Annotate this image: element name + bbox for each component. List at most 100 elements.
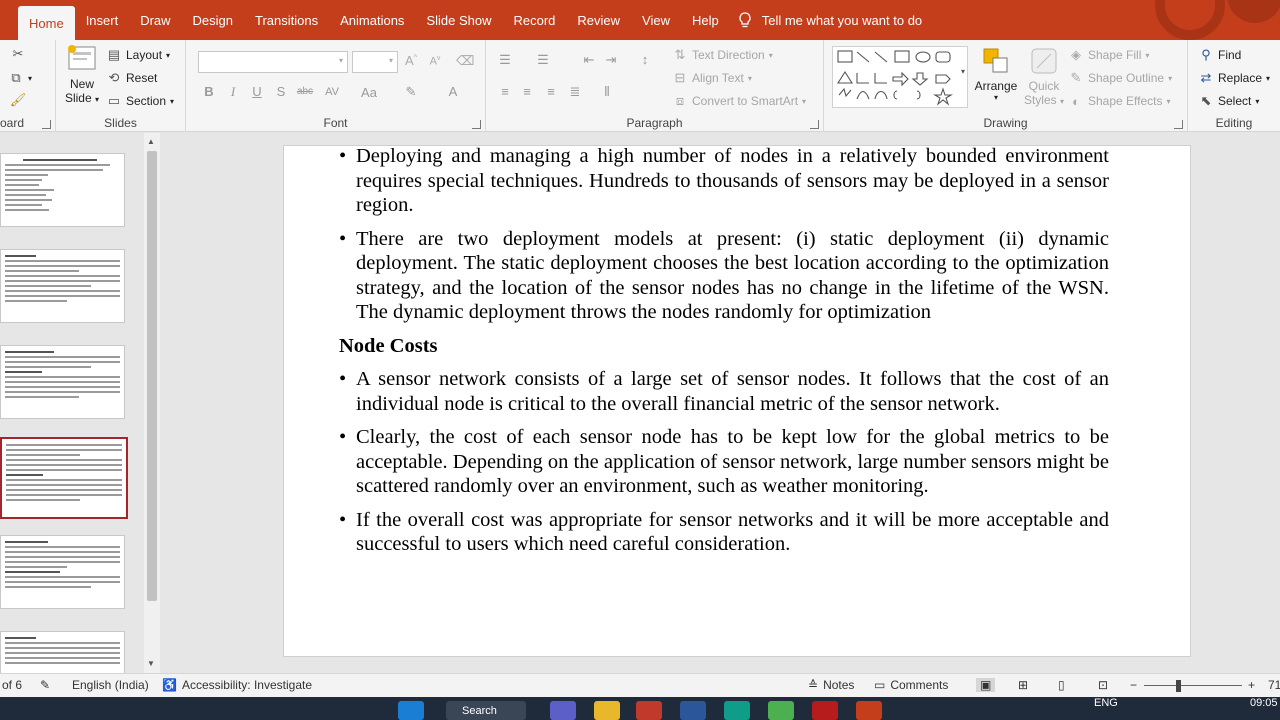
normal-view-button[interactable]: ▣: [976, 678, 996, 692]
columns-button[interactable]: ⫴: [598, 84, 616, 100]
zoom-level[interactable]: 71: [1268, 678, 1280, 692]
layout-button[interactable]: ▤ Layout ▾: [106, 47, 170, 63]
font-color-button[interactable]: A: [444, 84, 462, 99]
tab-view[interactable]: View: [631, 0, 681, 40]
tab-insert[interactable]: Insert: [75, 0, 130, 40]
convert-smartart-button[interactable]: ⧈ Convert to SmartArt ▾: [672, 93, 806, 109]
clear-formatting-button[interactable]: ⌫: [456, 53, 474, 69]
font-family-select[interactable]: ▾: [198, 51, 348, 73]
zoom-slider[interactable]: [1144, 685, 1242, 686]
shape-effects-button[interactable]: ◐ Shape Effects ▾: [1068, 93, 1170, 109]
bullets-button[interactable]: ☰: [496, 52, 514, 68]
align-center-button[interactable]: ≡: [518, 84, 536, 99]
spelling-status-button[interactable]: ✎: [40, 678, 50, 692]
text-direction-button[interactable]: ⇅ Text Direction ▾: [672, 47, 773, 63]
word-icon[interactable]: [680, 701, 706, 720]
copy-button[interactable]: ⧉ ▾: [8, 70, 32, 86]
reset-button[interactable]: ⟲ Reset: [106, 70, 158, 86]
tab-transitions[interactable]: Transitions: [244, 0, 329, 40]
tab-slideshow[interactable]: Slide Show: [415, 0, 502, 40]
tab-design[interactable]: Design: [182, 0, 244, 40]
tab-draw[interactable]: Draw: [129, 0, 181, 40]
quick-styles-button[interactable]: Quick Styles ▾: [1022, 46, 1066, 107]
align-right-button[interactable]: ≡: [542, 84, 560, 99]
increase-font-button[interactable]: A^: [402, 53, 420, 68]
slide-thumbnail[interactable]: [0, 153, 125, 227]
underline-button[interactable]: U: [248, 84, 266, 99]
tab-help[interactable]: Help: [681, 0, 730, 40]
slide-text-box[interactable]: • Deploying and managing a high number of…: [339, 144, 1109, 566]
section-icon: ▭: [107, 93, 121, 108]
reading-view-button[interactable]: ▯: [1058, 678, 1065, 692]
strikethrough-button[interactable]: abc: [294, 86, 316, 97]
highlight-color-button[interactable]: ✎: [402, 84, 420, 100]
select-button[interactable]: ⬉ Select ▾: [1198, 93, 1260, 109]
slideshow-view-button[interactable]: ⊡: [1098, 678, 1108, 692]
teams-icon[interactable]: [550, 701, 576, 720]
scroll-down-icon[interactable]: ▼: [147, 659, 155, 668]
file-explorer-icon[interactable]: [594, 701, 620, 720]
italic-button[interactable]: I: [224, 84, 242, 100]
increase-indent-button[interactable]: ⇥: [602, 52, 620, 68]
zoom-out-button[interactable]: −: [1130, 678, 1137, 692]
shadow-button[interactable]: S: [272, 84, 290, 99]
tab-home[interactable]: Home: [18, 6, 75, 40]
notes-button[interactable]: ≙ Notes: [808, 678, 854, 692]
tab-record[interactable]: Record: [502, 0, 566, 40]
shapes-gallery[interactable]: ▾: [832, 46, 968, 108]
tell-me-search[interactable]: Tell me what you want to do: [738, 12, 922, 28]
zoom-in-button[interactable]: +: [1248, 678, 1255, 692]
decrease-font-button[interactable]: Av: [426, 55, 444, 68]
font-dialog-launcher[interactable]: [472, 120, 481, 129]
arrange-button[interactable]: Arrange ▾: [974, 46, 1018, 102]
slide-counter[interactable]: of 6: [2, 678, 22, 692]
align-left-button[interactable]: ≡: [496, 84, 514, 99]
thumbnails-scrollbar[interactable]: ▲ ▼: [144, 133, 160, 673]
shape-fill-button[interactable]: ◈ Shape Fill ▾: [1068, 47, 1149, 63]
clipboard-dialog-launcher[interactable]: [42, 120, 51, 129]
tab-review[interactable]: Review: [566, 0, 631, 40]
windows-start-icon[interactable]: [398, 701, 424, 720]
taskbar-search[interactable]: Search: [446, 701, 526, 720]
find-button[interactable]: ⚲ Find: [1198, 47, 1241, 63]
input-language[interactable]: ENG: [1094, 697, 1118, 709]
numbering-button[interactable]: ☰: [534, 52, 552, 68]
slide-thumbnail[interactable]: [0, 345, 125, 419]
paragraph-dialog-launcher[interactable]: [810, 120, 819, 129]
tab-animations[interactable]: Animations: [329, 0, 415, 40]
align-text-button[interactable]: ⊟ Align Text ▾: [672, 70, 752, 86]
new-slide-button[interactable]: New Slide ▾: [62, 44, 102, 114]
decrease-indent-button[interactable]: ⇤: [580, 52, 598, 68]
chrome-icon[interactable]: [768, 701, 794, 720]
zoom-slider-handle[interactable]: [1176, 680, 1181, 692]
clock[interactable]: 09:05: [1250, 697, 1278, 709]
slide-thumbnail-selected[interactable]: [0, 437, 128, 519]
accessibility-button[interactable]: ♿ Accessibility: Investigate: [162, 678, 312, 692]
drawing-dialog-launcher[interactable]: [1174, 120, 1183, 129]
language-indicator[interactable]: English (India): [72, 678, 149, 692]
app-icon[interactable]: [636, 701, 662, 720]
font-size-select[interactable]: ▾: [352, 51, 398, 73]
new-slide-label-1: New: [69, 77, 94, 91]
comments-button[interactable]: ▭ Comments: [874, 678, 948, 692]
edge-icon[interactable]: [724, 701, 750, 720]
slide-thumbnail[interactable]: [0, 631, 125, 673]
slide-sorter-button[interactable]: ⊞: [1018, 678, 1028, 692]
bold-button[interactable]: B: [200, 84, 218, 99]
slide-thumbnail[interactable]: [0, 249, 125, 323]
change-case-button[interactable]: Aa: [356, 85, 382, 100]
shape-outline-button[interactable]: ✎ Shape Outline ▾: [1068, 70, 1173, 86]
cut-button[interactable]: ✂: [10, 46, 26, 62]
slide-canvas[interactable]: • Deploying and managing a high number of…: [283, 145, 1191, 657]
justify-button[interactable]: ≣: [566, 84, 584, 100]
section-button[interactable]: ▭ Section ▾: [106, 93, 174, 109]
format-painter-button[interactable]: 🖌: [10, 92, 27, 108]
scroll-up-icon[interactable]: ▲: [147, 137, 155, 146]
slide-thumbnail[interactable]: [0, 535, 125, 609]
line-spacing-button[interactable]: ↕: [636, 52, 654, 67]
replace-button[interactable]: ⇄ Replace ▾: [1198, 70, 1271, 86]
pdf-icon[interactable]: [812, 701, 838, 720]
character-spacing-button[interactable]: AV: [320, 86, 344, 98]
powerpoint-icon[interactable]: [856, 701, 882, 720]
scrollbar-thumb[interactable]: [147, 151, 157, 601]
